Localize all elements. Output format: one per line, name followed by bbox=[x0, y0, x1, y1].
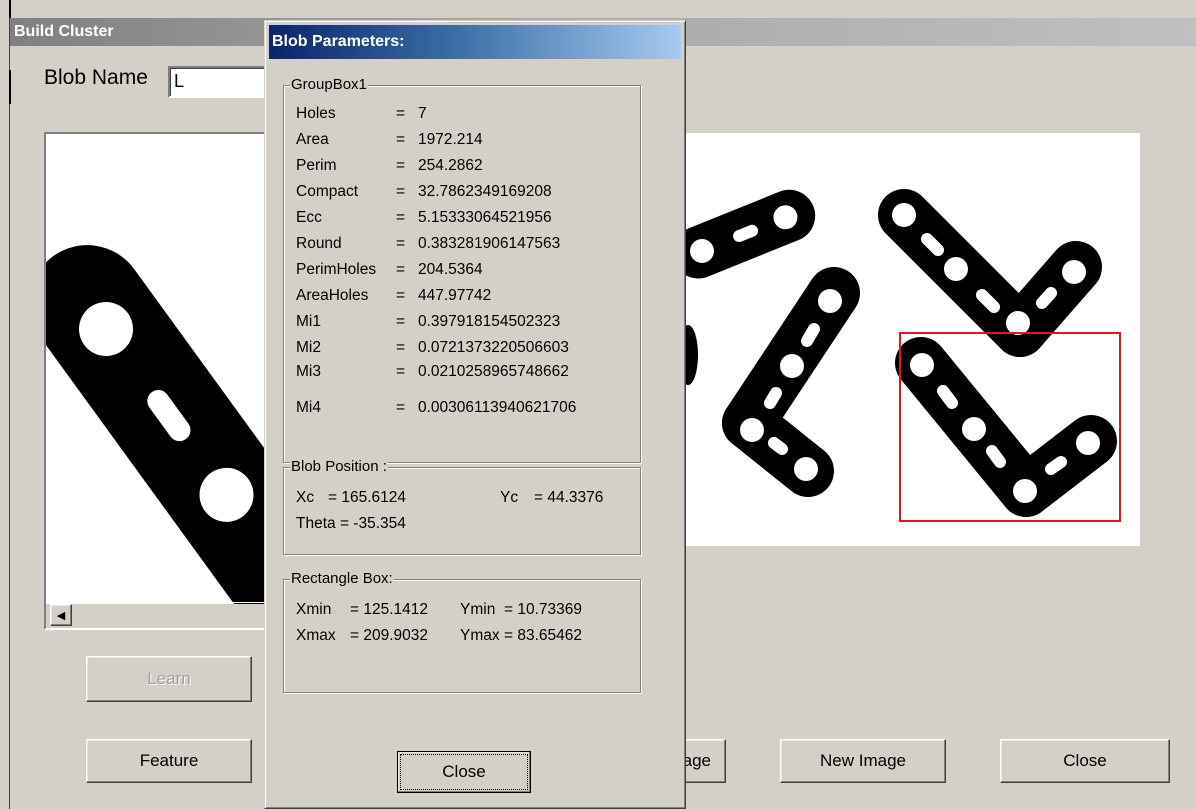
blob-name-label: Blob Name bbox=[44, 66, 148, 89]
param-value: 254.2862 bbox=[418, 157, 483, 174]
param-name: Compact bbox=[296, 183, 359, 200]
ymin-value: = 10.73369 bbox=[504, 601, 583, 618]
window-edge-mark bbox=[9, 70, 11, 104]
param-name: Round bbox=[296, 235, 342, 252]
param-value: 0.00306113940621706 bbox=[418, 399, 577, 416]
window-edge-mark bbox=[9, 0, 11, 20]
xc-value: = 165.6124 bbox=[328, 489, 407, 506]
source-image bbox=[686, 189, 1121, 522]
param-value: 5.15333064521956 bbox=[418, 209, 552, 226]
param-equals-sign: = bbox=[396, 313, 406, 330]
blob-preview-image bbox=[46, 245, 266, 628]
param-equals-sign: = bbox=[396, 399, 406, 416]
param-name: Mi3 bbox=[296, 363, 321, 380]
rectangle-box-title: Rectangle Box: bbox=[290, 569, 394, 589]
param-equals-sign: = bbox=[396, 209, 406, 226]
scrollbar-track[interactable] bbox=[46, 602, 266, 603]
blob-name-input[interactable]: L bbox=[168, 66, 268, 98]
ymin-label: Ymin bbox=[460, 601, 496, 618]
param-value: 7 bbox=[418, 105, 427, 122]
yc-value: = 44.3376 bbox=[534, 489, 604, 506]
source-image-panel[interactable] bbox=[686, 133, 1140, 546]
feature-button[interactable]: Feature bbox=[86, 739, 252, 783]
param-name: Mi4 bbox=[296, 399, 321, 416]
ymax-value: = 83.65462 bbox=[504, 627, 583, 644]
param-value: 32.7862349169208 bbox=[418, 183, 552, 200]
param-equals-sign: = bbox=[396, 183, 406, 200]
xc-label: Xc bbox=[296, 489, 315, 506]
param-name: Perim bbox=[296, 157, 337, 174]
close-button[interactable]: Close bbox=[1000, 739, 1170, 783]
xmax-label: Xmax bbox=[296, 627, 336, 644]
param-name: Ecc bbox=[296, 209, 322, 226]
dialog-close-label: Close bbox=[400, 754, 528, 790]
param-name: Mi2 bbox=[296, 339, 321, 356]
param-value: 204.5364 bbox=[418, 261, 483, 278]
param-value: 0.397918154502323 bbox=[418, 313, 561, 330]
param-equals-sign: = bbox=[396, 261, 406, 278]
dialog-close-button[interactable]: Close bbox=[397, 751, 531, 793]
scroll-left-button[interactable]: ◀ bbox=[50, 604, 72, 626]
blob-parameters-dialog: Blob Parameters: GroupBox1 Holes = 7 Area = 1… bbox=[264, 20, 686, 809]
groupbox1-title: GroupBox1 bbox=[290, 75, 368, 95]
scroll-left-arrow-icon: ◀ bbox=[56, 609, 66, 622]
param-equals-sign: = bbox=[396, 105, 406, 122]
xmin-label: Xmin bbox=[296, 601, 332, 618]
blob-preview-panel: ◀ bbox=[44, 132, 268, 630]
yc-label: Yc bbox=[500, 489, 519, 506]
param-equals-sign: = bbox=[396, 235, 406, 252]
xmax-value: = 209.9032 bbox=[350, 627, 429, 644]
dialog-title: Blob Parameters: bbox=[269, 25, 681, 59]
blob-position-title: Blob Position : bbox=[290, 457, 388, 477]
param-value: 0.0210258965748662 bbox=[418, 363, 569, 380]
new-image-button[interactable]: New Image bbox=[780, 739, 946, 783]
theta-value: Theta = -35.354 bbox=[296, 515, 406, 532]
param-name: AreaHoles bbox=[296, 287, 369, 304]
param-name: PerimHoles bbox=[296, 261, 377, 278]
param-name: Mi1 bbox=[296, 313, 321, 330]
param-equals-sign: = bbox=[396, 339, 406, 356]
rectangle-box-group: Rectangle Box: Xmin = 125.1412 Ymin = 10… bbox=[283, 569, 641, 693]
blob-position-group: Blob Position : Xc = 165.6124 Yc = 44.33… bbox=[283, 457, 641, 555]
param-name: Holes bbox=[296, 105, 336, 122]
param-value: 0.0721373220506603 bbox=[418, 339, 569, 356]
window-left-border bbox=[9, 18, 10, 809]
ymax-label: Ymax bbox=[460, 627, 500, 644]
groupbox1: GroupBox1 Holes = 7 Area = 1972.214 Perim = 254.… bbox=[283, 75, 641, 463]
param-value: 447.97742 bbox=[418, 287, 492, 304]
param-value: 0.383281906147563 bbox=[418, 235, 561, 252]
xmin-value: = 125.1412 bbox=[350, 601, 429, 618]
param-name: Area bbox=[296, 131, 329, 148]
param-equals-sign: = bbox=[396, 363, 406, 380]
param-equals-sign: = bbox=[396, 287, 406, 304]
param-equals-sign: = bbox=[396, 157, 406, 174]
param-value: 1972.214 bbox=[418, 131, 483, 148]
param-equals-sign: = bbox=[396, 131, 406, 148]
learn-button[interactable]: Learn bbox=[86, 656, 252, 702]
